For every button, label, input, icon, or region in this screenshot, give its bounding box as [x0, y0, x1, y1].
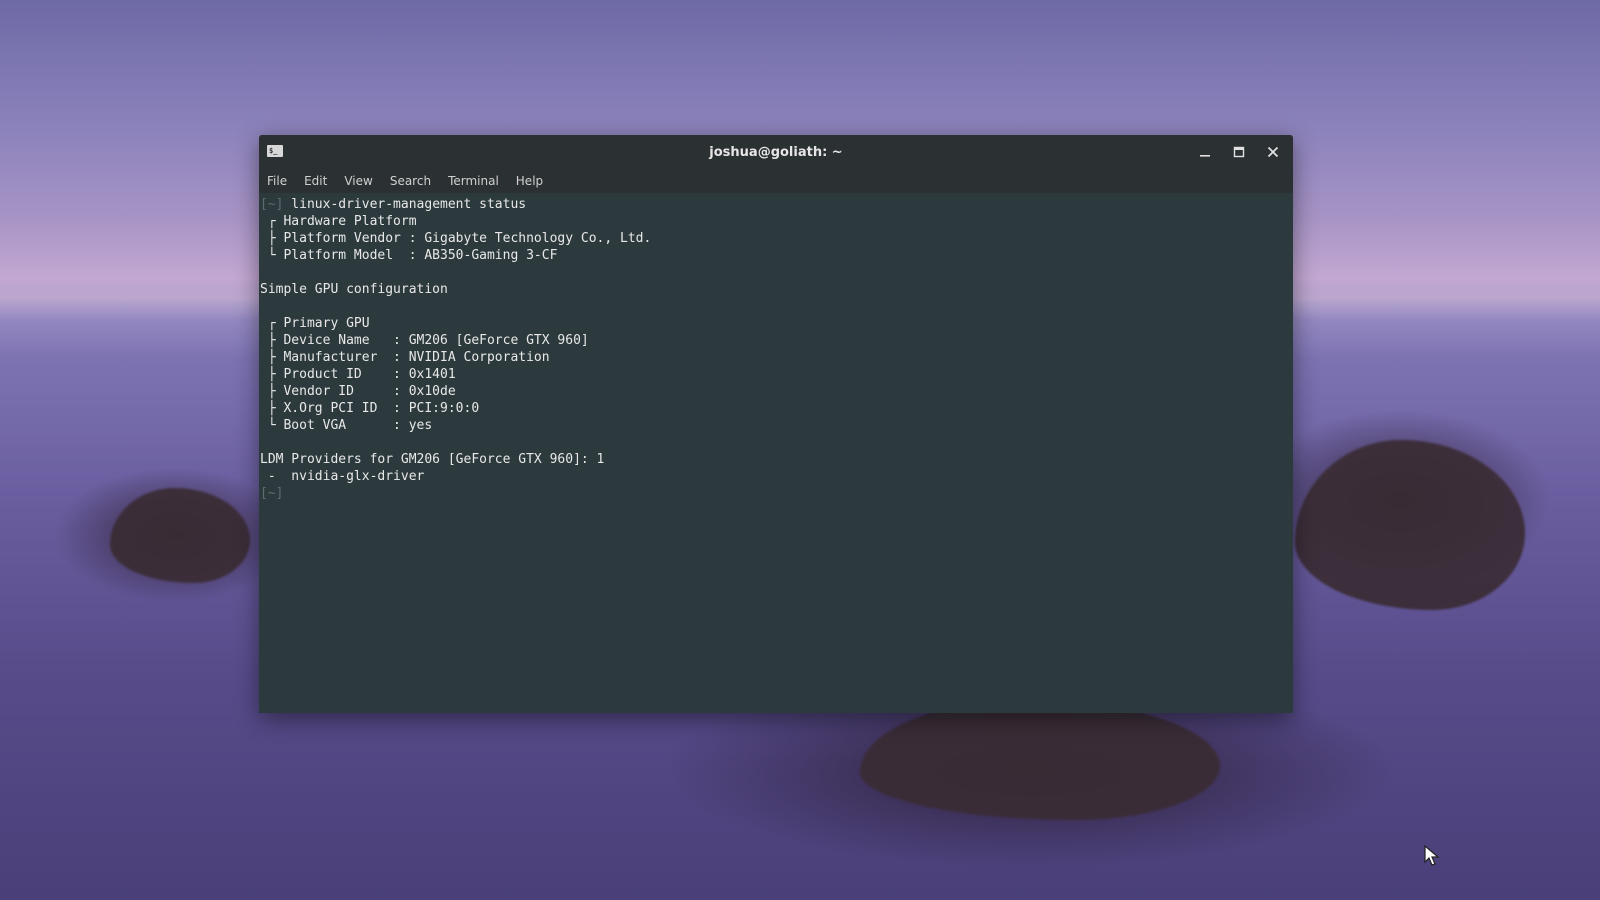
titlebar[interactable]: $_ joshua@goliath: ~ [259, 135, 1293, 169]
minimize-icon [1200, 155, 1210, 157]
terminal-icon: $_ [267, 145, 283, 157]
close-button[interactable] [1263, 142, 1283, 162]
menu-view[interactable]: View [344, 174, 372, 188]
output-line: └ Boot VGA : yes [260, 418, 433, 433]
output-line: └ Platform Model : AB350-Gaming 3-CF [260, 248, 558, 263]
output-line: ┌ Primary GPU [260, 316, 370, 331]
close-icon [1267, 146, 1279, 158]
output-line: ├ X.Org PCI ID : PCI:9:0:0 [260, 401, 480, 416]
output-line: ├ Device Name : GM206 [GeForce GTX 960] [260, 333, 589, 348]
menu-file[interactable]: File [267, 174, 287, 188]
window-controls [1195, 135, 1283, 169]
window-title: joshua@goliath: ~ [709, 144, 843, 160]
terminal-window[interactable]: $_ joshua@goliath: ~ File Edit View Sear… [259, 135, 1293, 713]
output-line: Simple GPU configuration [260, 282, 448, 297]
menu-terminal[interactable]: Terminal [448, 174, 499, 188]
output-line: LDM Providers for GM206 [GeForce GTX 960… [260, 452, 605, 467]
maximize-icon [1233, 146, 1245, 158]
shell-prompt: [~] [260, 486, 284, 501]
output-line: ├ Manufacturer : NVIDIA Corporation [260, 350, 550, 365]
output-line: - nvidia-glx-driver [260, 469, 425, 484]
menu-edit[interactable]: Edit [304, 174, 327, 188]
output-line: ├ Product ID : 0x1401 [260, 367, 456, 382]
menu-search[interactable]: Search [390, 174, 431, 188]
prompt-line: [~] [260, 485, 1293, 502]
maximize-button[interactable] [1229, 142, 1249, 162]
output-line: ├ Vendor ID : 0x10de [260, 384, 456, 399]
command-line: [~] linux-driver-management status [260, 196, 1293, 213]
output-line: ┌ Hardware Platform [260, 214, 417, 229]
menubar: File Edit View Search Terminal Help [259, 169, 1293, 193]
shell-prompt: [~] [260, 197, 284, 212]
menu-help[interactable]: Help [516, 174, 543, 188]
terminal-output[interactable]: [~] linux-driver-management status ┌ Har… [259, 193, 1293, 713]
command-text: linux-driver-management status [283, 197, 527, 212]
minimize-button[interactable] [1195, 142, 1215, 162]
output-line: ├ Platform Vendor : Gigabyte Technology … [260, 231, 652, 246]
